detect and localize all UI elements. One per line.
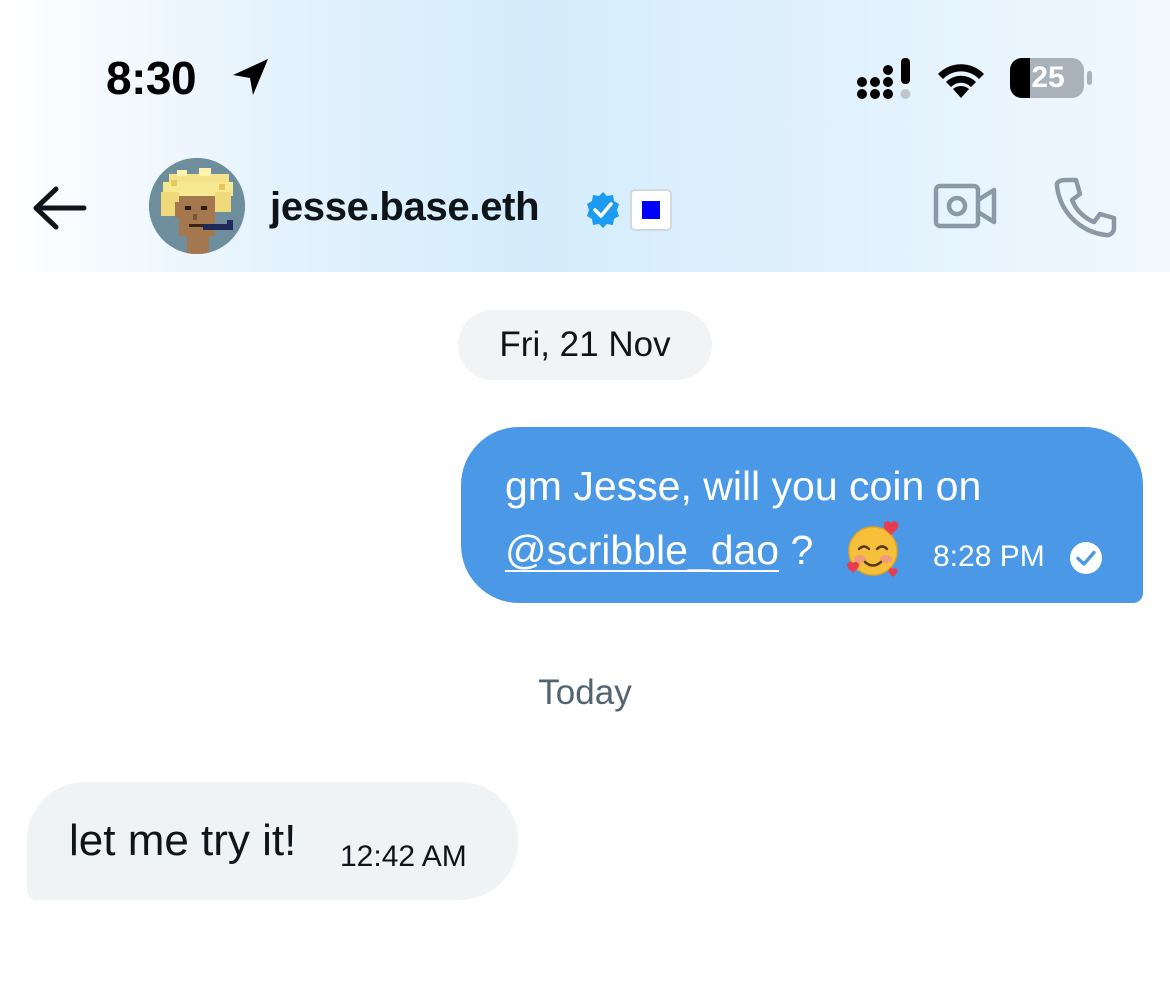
blue-square-badge-icon bbox=[630, 189, 672, 231]
mention-link[interactable]: @scribble_dao bbox=[505, 527, 779, 573]
cellular-signal-icon bbox=[857, 58, 911, 99]
message-text: gm Jesse, will you coin on bbox=[505, 463, 982, 509]
message-text-line2: @scribble_dao ? bbox=[505, 525, 813, 575]
phone-call-icon[interactable] bbox=[1052, 176, 1118, 238]
status-time: 8:30 bbox=[106, 52, 197, 104]
video-call-icon[interactable] bbox=[932, 178, 998, 234]
day-separator: Today bbox=[538, 673, 632, 712]
location-arrow-icon bbox=[233, 59, 268, 95]
outgoing-message-bubble[interactable]: gm Jesse, will you coin on @scribble_dao… bbox=[461, 427, 1143, 603]
date-separator: Fri, 21 Nov bbox=[458, 310, 712, 380]
back-arrow-icon[interactable] bbox=[28, 180, 92, 236]
message-text: let me try it! bbox=[69, 816, 297, 865]
message-punctuation: ? bbox=[779, 527, 814, 573]
verified-badge-icon bbox=[587, 192, 619, 228]
wifi-icon bbox=[938, 64, 984, 98]
pixel-punk-avatar-icon bbox=[149, 158, 245, 254]
blue-square-fill bbox=[642, 201, 660, 219]
incoming-message-bubble[interactable]: let me try it! 12:42 AM bbox=[27, 782, 518, 900]
message-timestamp: 8:28 PM bbox=[933, 540, 1045, 573]
read-check-icon bbox=[1070, 542, 1102, 574]
message-timestamp: 12:42 AM bbox=[340, 840, 467, 873]
smiling-face-with-hearts-icon bbox=[847, 521, 899, 577]
battery-level: 25 bbox=[1031, 61, 1065, 94]
avatar[interactable] bbox=[149, 158, 245, 254]
contact-name[interactable]: jesse.base.eth bbox=[270, 182, 540, 232]
